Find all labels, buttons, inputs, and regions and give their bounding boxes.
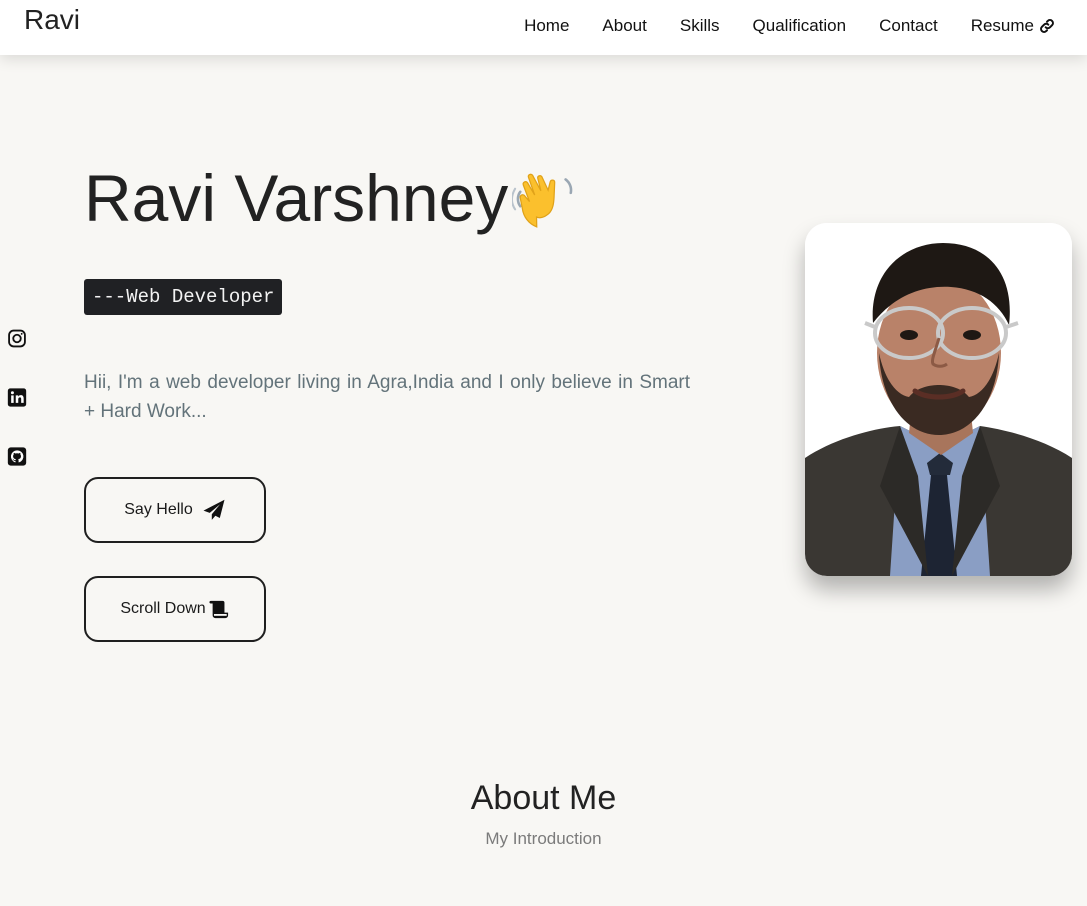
about-title: About Me	[470, 779, 617, 817]
github-link[interactable]	[7, 446, 27, 467]
hero-name: Ravi Varshney	[84, 160, 578, 236]
site-header: Ravi Home About Skills Qualification Con…	[0, 0, 1087, 55]
scroll-down-label: Scroll Down	[120, 600, 206, 617]
linkedin-icon	[7, 388, 27, 407]
scroll-down-button[interactable]: Scroll Down	[84, 576, 266, 642]
nav-home[interactable]: Home	[524, 16, 569, 36]
github-icon	[7, 447, 27, 466]
hero-name-text: Ravi Varshney	[84, 161, 509, 235]
nav-resume[interactable]: Resume	[971, 16, 1055, 36]
hero-description: Hii, I'm a web developer living in Agra,…	[84, 372, 690, 422]
instagram-icon	[8, 329, 26, 348]
nav-about[interactable]: About	[602, 16, 646, 36]
say-hello-button[interactable]: Say Hello	[84, 477, 266, 543]
waving-hand-icon	[512, 173, 573, 228]
role-badge: ---Web Developer	[84, 279, 283, 315]
paper-plane-icon	[203, 499, 225, 520]
profile-photo	[805, 223, 1072, 576]
nav-skills[interactable]: Skills	[680, 16, 720, 36]
linkedin-link[interactable]	[7, 387, 27, 408]
site-logo[interactable]: Ravi	[24, 4, 80, 36]
nav-contact[interactable]: Contact	[879, 16, 938, 36]
about-subtitle: My Introduction	[485, 829, 602, 848]
instagram-link[interactable]	[7, 328, 27, 349]
main-nav: Home About Skills Qualification Contact …	[524, 16, 1055, 36]
scroll-icon	[209, 600, 228, 619]
nav-qualification[interactable]: Qualification	[753, 16, 847, 36]
nav-resume-label: Resume	[970, 16, 1034, 35]
link-icon	[1040, 19, 1054, 33]
social-links	[7, 328, 27, 467]
say-hello-label: Say Hello	[124, 501, 193, 518]
